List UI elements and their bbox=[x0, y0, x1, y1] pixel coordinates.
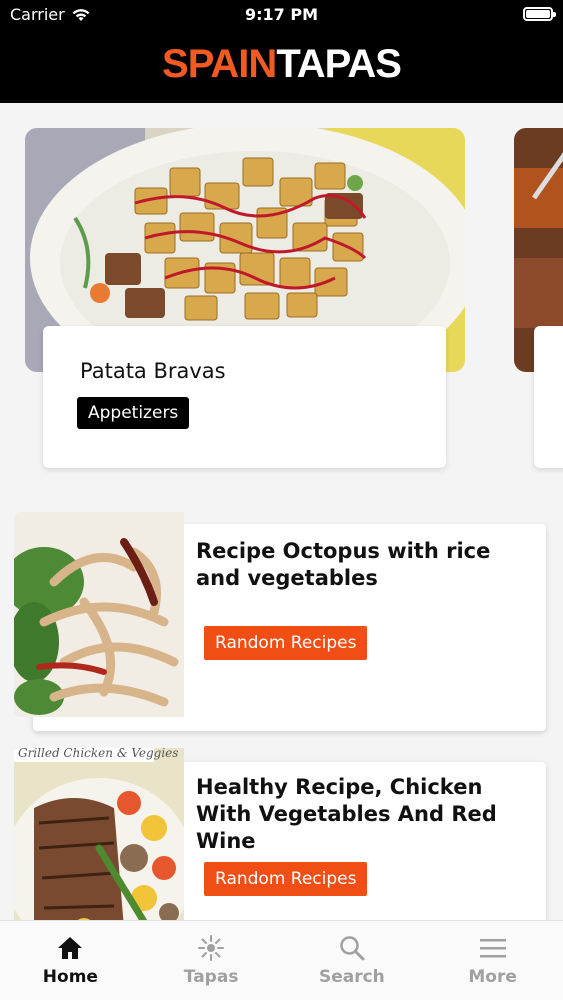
list-item[interactable]: Grilled Chicken & Veggies Healthy Recipe… bbox=[0, 748, 563, 920]
recipe-image: Grilled Chicken & Veggies bbox=[14, 748, 184, 920]
recipe-tag-badge[interactable]: Random Recipes bbox=[204, 862, 368, 896]
next-featured-info bbox=[534, 326, 563, 468]
tab-more[interactable]: More bbox=[422, 921, 563, 1000]
status-bar: Carrier 9:17 PM bbox=[0, 0, 563, 30]
sun-icon bbox=[196, 933, 226, 963]
recipe-tag-badge[interactable]: Random Recipes bbox=[204, 626, 368, 660]
list-item[interactable]: Recipe Octopus with rice and vegetables … bbox=[0, 512, 563, 732]
recipe-title: Healthy Recipe, Chicken With Vegetables … bbox=[196, 775, 497, 853]
search-icon bbox=[337, 933, 367, 963]
home-icon bbox=[55, 933, 85, 963]
battery-icon bbox=[523, 7, 556, 21]
featured-card[interactable]: Patata Bravas Appetizers bbox=[25, 128, 465, 468]
tab-search[interactable]: Search bbox=[282, 921, 423, 1000]
tab-label: Home bbox=[42, 967, 98, 987]
tab-label: Search bbox=[318, 967, 385, 987]
image-caption: Grilled Chicken & Veggies bbox=[18, 748, 179, 760]
app-logo: SPAINTAPAS bbox=[0, 42, 563, 87]
tab-label: Tapas bbox=[183, 967, 239, 987]
tab-label: More bbox=[468, 967, 517, 987]
featured-info: Patata Bravas Appetizers bbox=[43, 326, 446, 468]
tab-home[interactable]: Home bbox=[0, 921, 141, 1000]
recipe-image bbox=[14, 512, 184, 717]
featured-category-badge[interactable]: Appetizers bbox=[77, 397, 190, 429]
status-time: 9:17 PM bbox=[244, 5, 318, 24]
tab-tapas[interactable]: Tapas bbox=[141, 921, 282, 1000]
next-featured-card[interactable] bbox=[514, 128, 563, 468]
tab-bar: Home Tapas Search More bbox=[0, 920, 563, 1000]
menu-icon bbox=[478, 933, 508, 963]
logo-tapas: TAPAS bbox=[276, 42, 402, 86]
app-header: Carrier 9:17 PM SPAINTAPAS bbox=[0, 0, 563, 103]
featured-title: Patata Bravas bbox=[80, 359, 226, 383]
recipe-title: Recipe Octopus with rice and vegetables bbox=[196, 539, 491, 590]
logo-spain: SPAIN bbox=[162, 42, 277, 86]
featured-carousel[interactable]: Patata Bravas Appetizers bbox=[0, 103, 563, 493]
